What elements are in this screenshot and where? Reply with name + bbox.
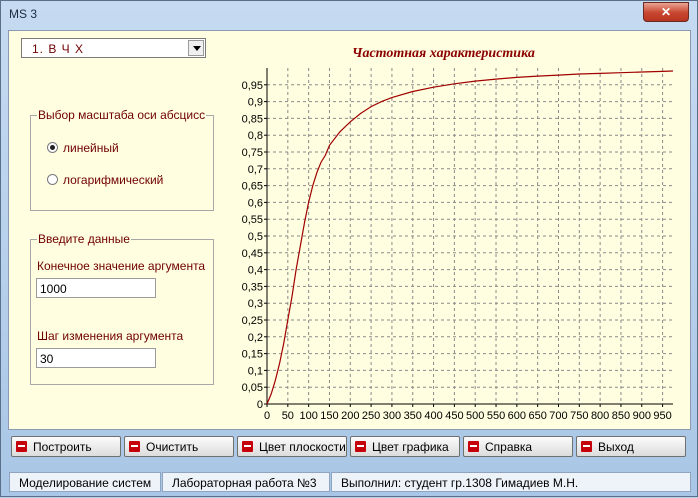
graph-color-button-label: Цвет графика: [372, 440, 449, 454]
help-button[interactable]: Справка: [463, 436, 573, 457]
help-button-label: Справка: [485, 440, 533, 454]
y-tick-label: 0,65: [242, 181, 263, 193]
x-tick-label: 800: [591, 410, 609, 422]
plane-color-button[interactable]: Цвет плоскости: [237, 436, 347, 457]
y-tick-label: 0,35: [242, 281, 263, 293]
y-tick-label: 0,3: [248, 298, 263, 310]
x-tick-label: 0: [264, 410, 270, 422]
y-tick-label: 0,75: [242, 147, 263, 159]
plane-color-button-label: Цвет плоскости: [259, 440, 346, 454]
x-tick-label: 550: [487, 410, 505, 422]
exit-button-label: Выход: [598, 440, 634, 454]
x-tick-label: 150: [320, 410, 338, 422]
y-tick-label: 0,95: [242, 80, 263, 92]
clear-button-label: Очистить: [146, 440, 199, 454]
y-tick-label: 0,1: [248, 365, 263, 377]
x-tick-label: 250: [362, 410, 380, 422]
status-right-text: Выполнил: студент гр.1308 Гимадиев М.Н.: [341, 476, 579, 490]
build-button-label: Построить: [33, 440, 92, 454]
status-middle: Лабораторная работа №3: [162, 472, 330, 492]
status-left: Моделирование систем: [9, 472, 161, 492]
button-bar: Построить Очистить Цвет плоскости Цвет г…: [8, 433, 691, 459]
x-tick-label: 600: [508, 410, 526, 422]
stop-icon: [468, 441, 479, 452]
x-tick-label: 100: [299, 410, 317, 422]
stop-icon: [16, 441, 27, 452]
y-tick-label: 0,25: [242, 315, 263, 327]
x-tick-label: 900: [633, 410, 651, 422]
status-right: Выполнил: студент гр.1308 Гимадиев М.Н.: [331, 472, 691, 492]
frequency-chart: 0 50 100 150 200 250 300 350 400 450 500 550 600 650 7…: [242, 68, 674, 422]
y-tick-label: 0,2: [248, 332, 263, 344]
status-middle-text: Лабораторная работа №3: [172, 476, 317, 490]
x-tick-label: 650: [528, 410, 546, 422]
x-tick-label: 50: [282, 410, 294, 422]
clear-button[interactable]: Очистить: [124, 436, 234, 457]
y-tick-label: 0,7: [248, 164, 263, 176]
build-button[interactable]: Построить: [11, 436, 121, 457]
y-tick-label: 0,4: [248, 265, 263, 277]
y-tick-label: 0,55: [242, 214, 263, 226]
exit-button[interactable]: Выход: [576, 436, 686, 457]
x-tick-label: 350: [404, 410, 422, 422]
y-tick-label: 0,9: [248, 97, 263, 109]
status-left-text: Моделирование систем: [19, 476, 152, 490]
x-tick-label: 700: [549, 410, 567, 422]
x-tick-label: 750: [570, 410, 588, 422]
x-tick-label: 200: [341, 410, 359, 422]
y-tick-label: 0,8: [248, 130, 263, 142]
stop-icon: [581, 441, 592, 452]
graph-color-button[interactable]: Цвет графика: [350, 436, 460, 457]
main-window: MS 3 ✕ 1. В Ч Х Выбор масштаба оси абсци…: [0, 0, 698, 497]
y-tick-label: 0,5: [248, 231, 263, 243]
y-tick-label: 0,15: [242, 349, 263, 361]
y-tick-label: 0,05: [242, 382, 263, 394]
x-tick-label: 950: [653, 410, 671, 422]
x-tick-label: 300: [383, 410, 401, 422]
y-tick-label: 0,45: [242, 248, 263, 260]
x-tick-label: 400: [424, 410, 442, 422]
x-tick-label: 450: [445, 410, 463, 422]
y-tick-label: 0,85: [242, 113, 263, 125]
stop-icon: [242, 441, 253, 452]
y-tick-label: 0,6: [248, 197, 263, 209]
stop-icon: [129, 441, 140, 452]
stop-icon: [355, 441, 366, 452]
y-tick-label: 0: [257, 399, 263, 411]
x-tick-label: 500: [466, 410, 484, 422]
x-tick-label: 850: [612, 410, 630, 422]
